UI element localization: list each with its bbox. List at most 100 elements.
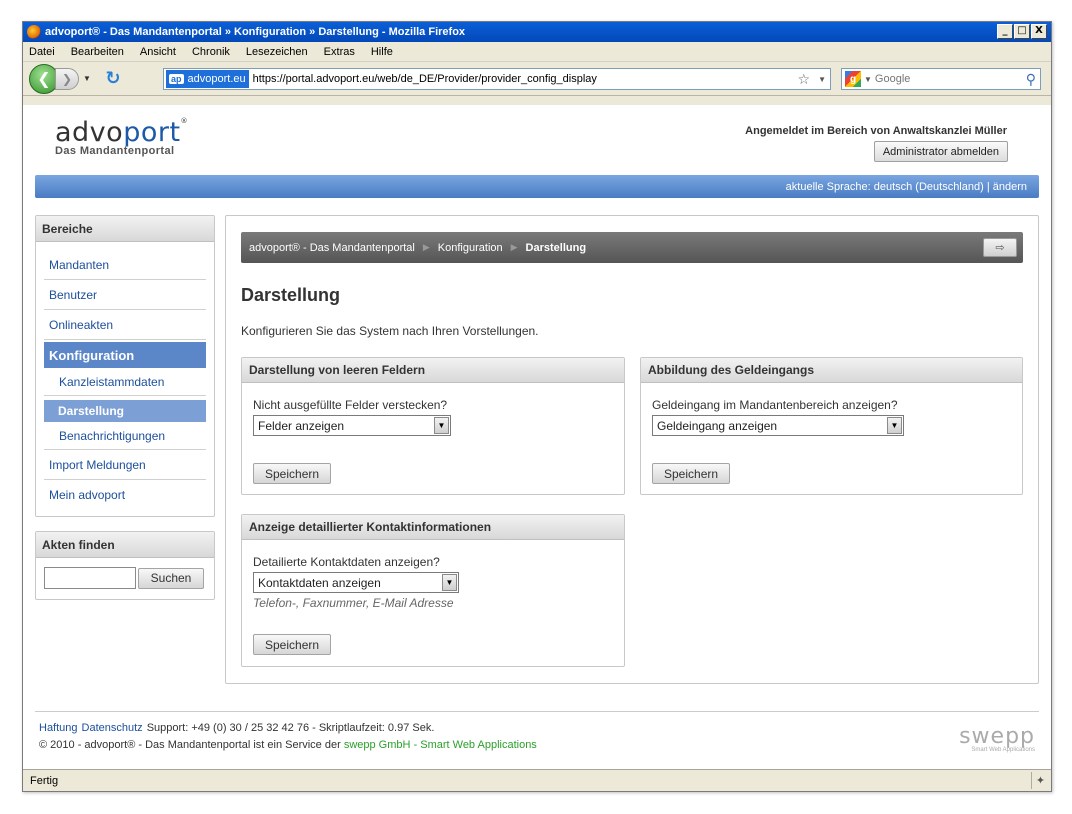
menu-bearbeiten[interactable]: Bearbeiten <box>71 46 124 58</box>
empty-fields-title: Darstellung von leeren Feldern <box>242 358 624 383</box>
breadcrumb-item-konfiguration[interactable]: Konfiguration <box>438 242 503 254</box>
menu-extras[interactable]: Extras <box>324 46 355 58</box>
page-content: advoport® Das Mandantenportal Angemeldet… <box>23 105 1051 769</box>
file-search-panel: Akten finden Suchen <box>35 531 215 600</box>
sidebar-item-kanzleistammdaten[interactable]: Kanzleistammdaten <box>44 368 206 396</box>
contact-info-body: Detailierte Kontaktdaten anzeigen? Konta… <box>242 540 624 610</box>
logo-wordmark: advoport® <box>55 117 188 148</box>
sidebar-nav: Mandanten Benutzer Onlineakten Konfigura… <box>36 242 214 516</box>
search-engine-dropdown-icon[interactable]: ▼ <box>864 75 872 84</box>
language-text[interactable]: aktuelle Sprache: deutsch (Deutschland) … <box>786 181 1027 193</box>
page-footer: Haftung Datenschutz Support: +49 (0) 30 … <box>35 711 1039 753</box>
sidebar-item-benutzer[interactable]: Benutzer <box>44 280 206 310</box>
sidebar-item-mein-advoport[interactable]: Mein advoport <box>44 480 206 510</box>
file-search-button[interactable]: Suchen <box>138 567 204 589</box>
search-bar[interactable]: g ▼ ⚲ <box>841 68 1041 90</box>
empty-fields-select[interactable]: Felder anzeigen ▼ <box>253 415 451 436</box>
footer-support: Support: +49 (0) 30 / 25 32 42 76 - Skri… <box>146 722 435 734</box>
reload-icon[interactable]: ↻ <box>103 68 123 89</box>
maximize-button[interactable]: □ <box>1014 24 1030 39</box>
site-identity-badge[interactable]: ap advoport.eu <box>166 70 249 88</box>
file-search-input[interactable] <box>44 567 136 589</box>
footer-row-links: Haftung Datenschutz Support: +49 (0) 30 … <box>35 722 1039 734</box>
site-favicon: ap <box>169 74 184 84</box>
menu-bar: Datei Bearbeiten Ansicht Chronik Lesezei… <box>23 42 1051 62</box>
status-text: Fertig <box>30 774 59 787</box>
main-panel: advoport® - Das Mandantenportal ▶ Konfig… <box>225 215 1039 684</box>
site-name: advoport.eu <box>187 73 246 85</box>
menu-lesezeichen[interactable]: Lesezeichen <box>246 46 308 58</box>
empty-fields-selected: Felder anzeigen <box>258 418 345 433</box>
money-receipt-title: Abbildung des Geldeingangs <box>641 358 1022 383</box>
footer-service-link[interactable]: swepp GmbH - Smart Web Applications <box>344 739 537 751</box>
empty-fields-body: Nicht ausgefüllte Felder verstecken? Fel… <box>242 383 624 436</box>
status-bar: Fertig ✦ <box>23 769 1051 791</box>
areas-panel: Bereiche Mandanten Benutzer Onlineakten … <box>35 215 215 517</box>
sidebar-item-onlineakten[interactable]: Onlineakten <box>44 310 206 340</box>
breadcrumb: advoport® - Das Mandantenportal ▶ Konfig… <box>241 232 1023 263</box>
contact-info-box: Anzeige detaillierter Kontaktinformation… <box>241 514 625 667</box>
resize-grip-icon[interactable]: ✦ <box>1031 772 1049 789</box>
empty-fields-label: Nicht ausgefüllte Felder verstecken? <box>253 398 448 412</box>
history-dropdown-icon[interactable]: ▼ <box>83 74 93 83</box>
url-text[interactable]: https://portal.advoport.eu/web/de_DE/Pro… <box>253 73 597 85</box>
language-bar: aktuelle Sprache: deutsch (Deutschland) … <box>35 175 1039 198</box>
page-title: Darstellung <box>241 285 341 305</box>
export-icon[interactable]: ⇨ <box>983 238 1017 257</box>
search-icon[interactable]: ⚲ <box>1026 71 1036 88</box>
breadcrumb-item-home[interactable]: advoport® - Das Mandantenportal <box>249 242 415 254</box>
money-receipt-save-button[interactable]: Speichern <box>652 463 731 484</box>
sidebar-item-benachrichtigungen[interactable]: Benachrichtigungen <box>44 422 206 450</box>
chevron-down-icon[interactable]: ▼ <box>434 417 449 434</box>
browser-window: advoport® - Das Mandantenportal » Konfig… <box>22 21 1052 792</box>
sidebar-item-import-meldungen[interactable]: Import Meldungen <box>44 450 206 480</box>
swepp-logo[interactable]: swepp Smart Web Applications <box>959 724 1035 753</box>
url-dropdown-icon[interactable]: ▼ <box>818 75 826 84</box>
navigation-toolbar: ❮ ❯ ▼ ↻ ap advoport.eu https://portal.adv… <box>23 62 1051 96</box>
logo-word-advo: advo <box>55 117 124 148</box>
money-receipt-label: Geldeingang im Mandantenbereich anzeigen… <box>652 398 898 412</box>
contact-info-hint: Telefon-, Faxnummer, E-Mail Adresse <box>253 596 454 610</box>
google-icon[interactable]: g <box>845 71 861 87</box>
firefox-icon <box>27 25 41 39</box>
breadcrumb-separator-icon: ▶ <box>510 242 518 252</box>
contact-info-selected: Kontaktdaten anzeigen <box>258 575 381 590</box>
close-button[interactable]: X <box>1031 24 1047 39</box>
contact-info-label: Detailierte Kontaktdaten anzeigen? <box>253 555 440 569</box>
advoport-logo[interactable]: advoport® Das Mandantenportal <box>55 117 188 157</box>
footer-row-copyright: © 2010 - advoport® - Das Mandantenportal… <box>35 739 1039 751</box>
logo-word-port: port <box>123 117 181 148</box>
chevron-down-icon[interactable]: ▼ <box>887 417 902 434</box>
money-receipt-select[interactable]: Geldeingang anzeigen ▼ <box>652 415 904 436</box>
login-info: Angemeldet im Bereich von Anwaltskanzlei… <box>745 125 1007 137</box>
areas-panel-title: Bereiche <box>36 216 214 242</box>
forward-arrow-icon[interactable]: ❯ <box>55 67 79 90</box>
chevron-down-icon[interactable]: ▼ <box>442 574 457 591</box>
sidebar-item-mandanten[interactable]: Mandanten <box>44 250 206 280</box>
footer-link-datenschutz[interactable]: Datenschutz <box>82 722 143 734</box>
menu-hilfe[interactable]: Hilfe <box>371 46 393 58</box>
sidebar-item-konfiguration[interactable]: Konfiguration <box>44 342 206 368</box>
menu-ansicht[interactable]: Ansicht <box>140 46 176 58</box>
breadcrumb-item-current: Darstellung <box>525 241 587 254</box>
sidebar-item-darstellung[interactable]: Darstellung <box>44 400 206 422</box>
swepp-tagline: Smart Web Applications <box>971 747 1035 753</box>
logo-tagline: Das Mandantenportal <box>55 145 175 157</box>
money-receipt-box: Abbildung des Geldeingangs Geldeingang i… <box>640 357 1023 495</box>
search-input[interactable] <box>874 73 1015 85</box>
contact-info-select[interactable]: Kontaktdaten anzeigen ▼ <box>253 572 459 593</box>
bookmark-star-icon[interactable]: ☆ <box>797 71 810 88</box>
footer-link-haftung[interactable]: Haftung <box>39 722 78 734</box>
address-bar[interactable]: ap advoport.eu https://portal.advoport.eu… <box>163 68 831 90</box>
menu-chronik[interactable]: Chronik <box>192 46 230 58</box>
breadcrumb-separator-icon: ▶ <box>422 242 430 252</box>
minimize-button[interactable]: _ <box>997 24 1013 39</box>
contact-info-title: Anzeige detaillierter Kontaktinformation… <box>242 515 624 540</box>
file-search-row: Suchen <box>36 558 214 599</box>
swepp-wordmark: swepp <box>959 724 1035 749</box>
empty-fields-save-button[interactable]: Speichern <box>253 463 332 484</box>
menu-datei[interactable]: Datei <box>29 46 55 58</box>
contact-info-save-button[interactable]: Speichern <box>253 634 332 655</box>
logout-button[interactable]: Administrator abmelden <box>873 141 1008 162</box>
file-search-title: Akten finden <box>36 532 214 558</box>
